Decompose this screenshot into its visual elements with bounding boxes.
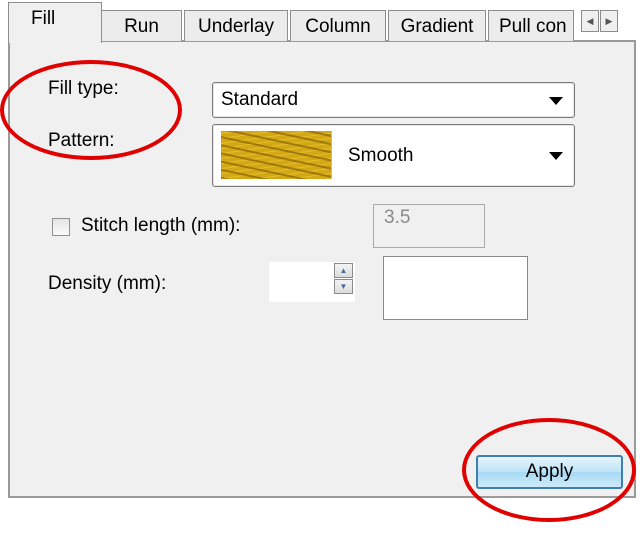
stitch-length-value: 3.5 xyxy=(384,207,411,228)
density-spin-up-button[interactable]: ▲ xyxy=(334,263,353,278)
triangle-right-icon: ▶ xyxy=(605,16,613,26)
stitch-length-label: Stitch length (mm): xyxy=(81,215,241,236)
tab-scroll-right-button[interactable]: ▶ xyxy=(600,10,618,32)
arrow-up-icon: ▲ xyxy=(339,266,348,275)
apply-button[interactable]: Apply xyxy=(476,455,623,489)
arrow-down-icon: ▼ xyxy=(339,282,348,291)
tab-label: Fill xyxy=(31,8,56,29)
chevron-down-icon xyxy=(549,152,563,160)
tab-label: Gradient xyxy=(400,16,474,37)
stitch-length-field: 3.5 xyxy=(373,204,485,248)
tab-pull-compensation[interactable]: Pull con xyxy=(488,10,574,41)
tab-label: Column xyxy=(305,16,371,37)
tab-label: Run xyxy=(124,16,159,37)
tab-scroll-left-button[interactable]: ◀ xyxy=(581,10,599,32)
fill-type-label: Fill type: xyxy=(48,78,119,99)
tab-underlay[interactable]: Underlay xyxy=(184,10,288,41)
pattern-swatch-image xyxy=(221,131,332,179)
pattern-label: Pattern: xyxy=(48,130,115,151)
pattern-dropdown[interactable]: Smooth xyxy=(212,124,575,187)
density-label: Density (mm): xyxy=(48,273,167,294)
tab-fill[interactable]: Fill xyxy=(8,2,102,43)
fill-type-dropdown[interactable]: Standard xyxy=(212,82,575,118)
triangle-left-icon: ◀ xyxy=(586,16,594,26)
tab-column[interactable]: Column xyxy=(290,10,386,41)
pattern-value: Smooth xyxy=(348,145,414,166)
density-preview-box xyxy=(383,256,528,320)
tab-gradient[interactable]: Gradient xyxy=(388,10,486,41)
fill-type-value: Standard xyxy=(221,89,299,110)
tab-run[interactable]: Run xyxy=(101,10,182,41)
density-spin-down-button[interactable]: ▼ xyxy=(334,279,353,294)
chevron-down-icon xyxy=(549,97,563,105)
apply-button-label: Apply xyxy=(525,461,574,482)
tab-label: Underlay xyxy=(197,16,275,37)
tab-label: Pull con xyxy=(499,16,567,37)
stitch-length-checkbox[interactable] xyxy=(52,218,70,236)
